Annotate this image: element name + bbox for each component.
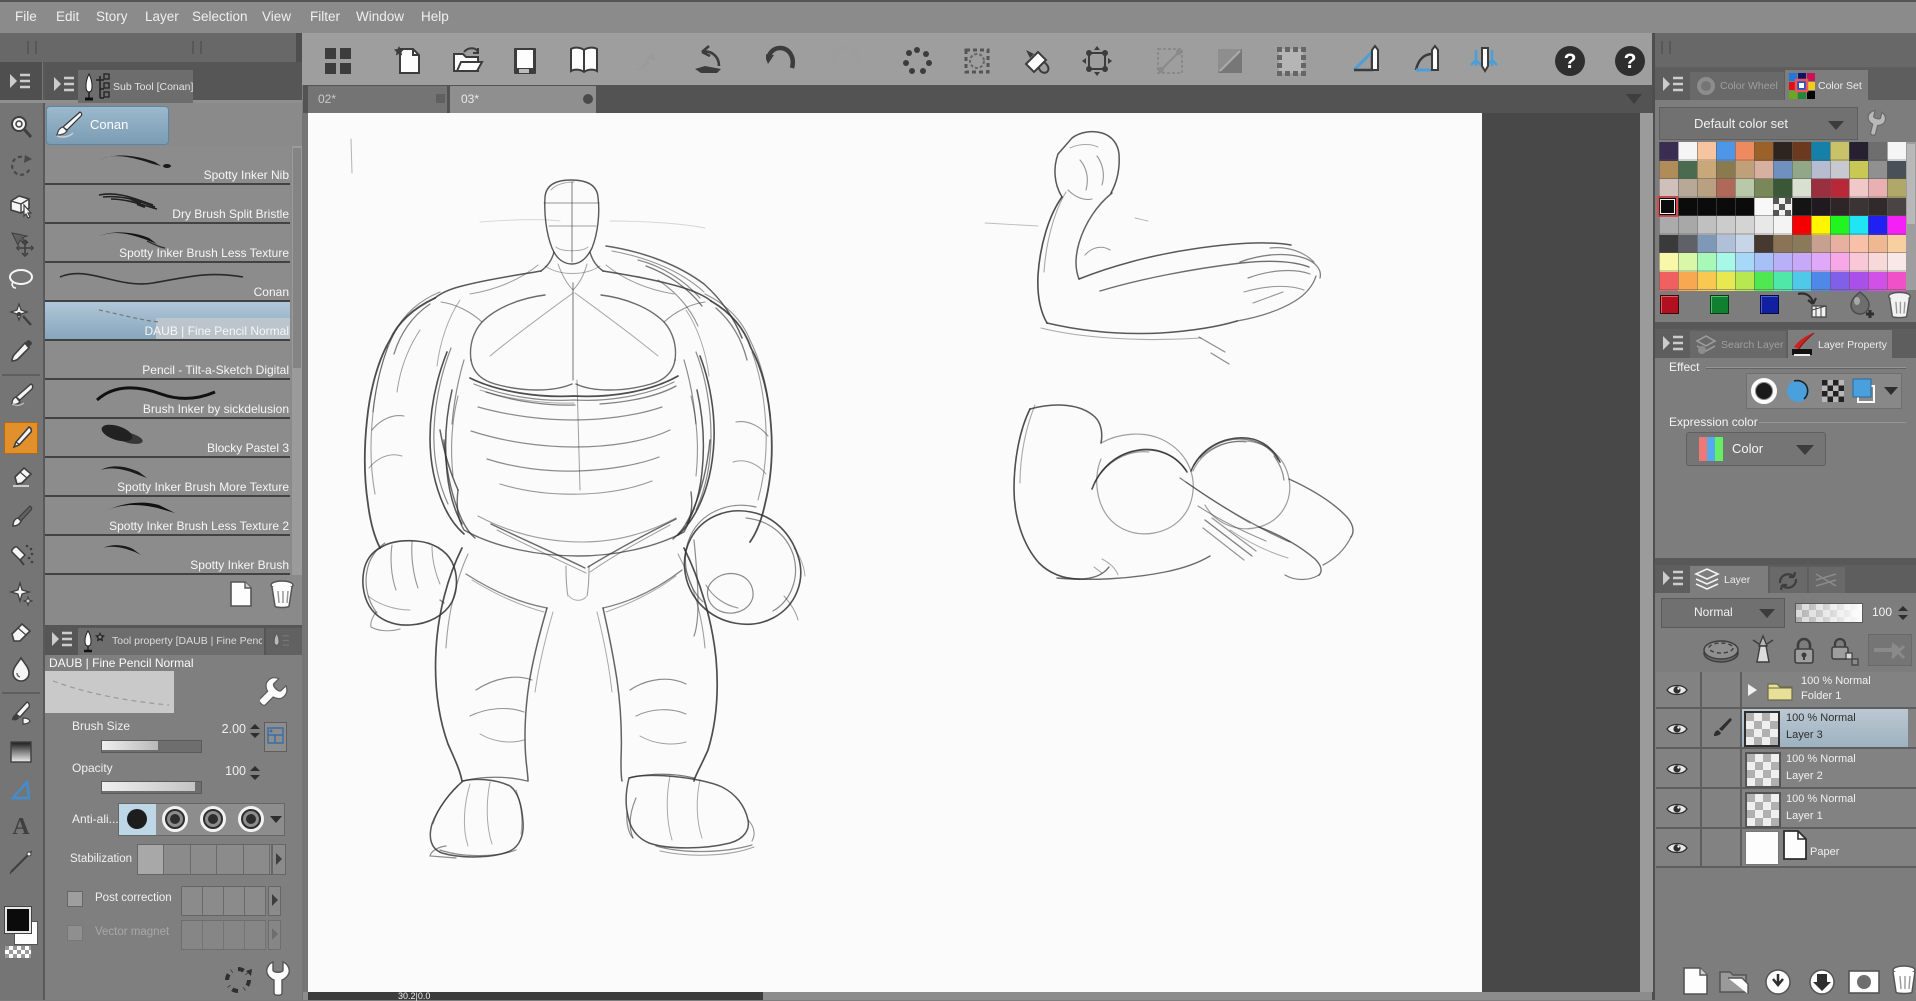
svg-text:A: A — [12, 814, 30, 840]
svg-text:?: ? — [1624, 50, 1637, 73]
svg-text:?: ? — [1564, 50, 1577, 73]
